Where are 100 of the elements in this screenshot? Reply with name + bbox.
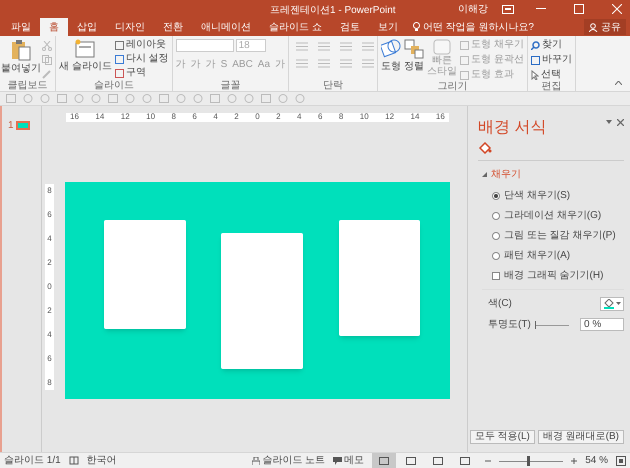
ruler-number: 2 (47, 307, 52, 315)
slide-number: 1 (8, 119, 14, 133)
slide-count: 슬라이드 1/1 (4, 454, 61, 468)
person-icon (589, 22, 598, 32)
paragraph-format-icon (362, 42, 374, 51)
paragraph-format-icon (318, 42, 330, 51)
minimize-icon[interactable] (536, 8, 546, 10)
ribbon-tab[interactable]: 디자인 (106, 18, 154, 36)
caret-icon (616, 302, 620, 305)
checkbox[interactable] (492, 272, 500, 280)
zoom-slider[interactable] (499, 456, 564, 466)
ruler-number: 2 (234, 113, 239, 122)
tell-me-field[interactable]: 어떤 작업을 원하시나요? (406, 18, 540, 36)
user-name: 이해강 (458, 2, 488, 16)
view-icon (406, 456, 416, 464)
new-slide-button[interactable]: 새 슬라이드 (59, 39, 112, 74)
ruler-number: 4 (297, 113, 302, 122)
ribbon-tab[interactable]: 삽입 (68, 18, 106, 36)
ruler-number: 8 (47, 379, 52, 387)
radio-button[interactable] (492, 252, 500, 260)
tell-me-placeholder: 어떤 작업을 원하시나요? (422, 20, 534, 34)
ruler-number: 12 (385, 113, 394, 122)
ruler-number: 6 (192, 113, 197, 122)
scissors-icon (42, 41, 52, 51)
radio-button[interactable] (492, 212, 500, 220)
group-label: 그리기 (436, 81, 468, 93)
book-icon[interactable] (68, 456, 79, 465)
ruler-number: 6 (318, 113, 322, 122)
share-button[interactable]: 공유 (584, 19, 626, 35)
ruler-number: 8 (338, 113, 344, 122)
quick-styles-icon (433, 39, 452, 55)
paste-button[interactable]: 붙여넣기 (3, 39, 39, 76)
paragraph-format-icon (318, 59, 330, 68)
ribbon-tab[interactable]: 전환 (154, 18, 192, 36)
view-button[interactable] (372, 452, 396, 468)
ribbon-tab[interactable]: 홈 (40, 18, 68, 36)
ribbon-tab[interactable]: 슬라이드 쇼 (260, 18, 331, 36)
group-label: 단락 (322, 80, 344, 92)
pane-button[interactable]: 모두 적용(L) (470, 430, 535, 444)
cursor-icon (530, 70, 539, 80)
caret-icon (482, 172, 487, 177)
paragraph-format-icon (340, 59, 352, 68)
view-icon (460, 456, 470, 464)
font-name-field[interactable] (176, 39, 234, 52)
color-label: 색(C) (488, 297, 512, 311)
speech-bubble-icon (333, 456, 342, 464)
ruler-number: 0 (255, 113, 260, 122)
slide-thumbnail[interactable] (16, 121, 30, 130)
zoom-thumb[interactable] (526, 456, 530, 466)
ruler-number: 6 (47, 211, 52, 219)
pane-button[interactable]: 배경 원래대로(B) (538, 430, 624, 444)
select-button[interactable]: 선택 (530, 69, 572, 81)
ruler-number: 4 (47, 331, 52, 339)
ribbon-tab[interactable]: 검토 (330, 18, 369, 36)
copy-icon (42, 55, 52, 65)
find-button[interactable]: 찾기 (530, 39, 572, 51)
ribbon-tab[interactable]: 파일 (2, 18, 40, 36)
layout-button[interactable]: 레이아웃 (114, 39, 169, 51)
section-button[interactable]: 구역 (114, 67, 169, 79)
notes-icon (252, 456, 260, 464)
ruler-number: 6 (47, 355, 52, 363)
language-label[interactable]: 한국어 (86, 453, 117, 468)
reset-button[interactable]: 다시 설정 (114, 53, 169, 65)
close-icon[interactable] (617, 119, 624, 126)
group-label: 클립보드 (6, 80, 48, 92)
fit-slide-icon[interactable] (616, 456, 626, 466)
ruler-number: 2 (47, 259, 52, 267)
transparency-field[interactable]: 0 % (580, 318, 624, 331)
group-label: 슬라이드 (92, 80, 135, 92)
dropdown-icon[interactable] (606, 120, 612, 124)
lightbulb-icon (412, 22, 420, 32)
maximize-icon[interactable] (574, 4, 584, 14)
zoom-in-icon[interactable] (571, 458, 578, 464)
radio-button[interactable] (492, 192, 500, 200)
ribbon-tab[interactable]: 애니메이션 (192, 18, 260, 36)
collapse-ribbon-icon[interactable] (615, 81, 622, 85)
radio-button[interactable] (492, 232, 500, 240)
ruler-number: 4 (47, 235, 52, 243)
arrange-icon (404, 39, 424, 59)
zoom-out-icon[interactable] (485, 458, 492, 464)
zoom-level[interactable]: 54 % (585, 453, 608, 468)
fill-section-header[interactable]: 채우기 (482, 167, 624, 182)
ruler-number: 10 (146, 113, 156, 122)
ribbon-display-icon[interactable] (502, 4, 514, 14)
transparency-slider[interactable] (534, 320, 569, 328)
color-picker-button[interactable] (600, 296, 624, 310)
notes-button[interactable]: 슬라이드 노트 (252, 453, 326, 468)
arrange-button[interactable]: 정렬 (404, 39, 424, 74)
clipboard-icon (11, 39, 31, 61)
replace-button[interactable]: 바꾸기 (530, 54, 572, 66)
group-label: 편집 (540, 81, 562, 93)
ruler-number: 16 (436, 113, 445, 122)
radio-label: 그림 또는 질감 채우기(P) (504, 229, 616, 243)
comments-button[interactable]: 메모 (333, 453, 364, 468)
ribbon-tab[interactable]: 보기 (368, 18, 407, 36)
shapes-button[interactable]: 도형 (381, 39, 402, 74)
radio-label: 단색 채우기(S) (504, 189, 570, 203)
ruler-number: 16 (70, 113, 79, 122)
paragraph-format-icon (362, 59, 374, 68)
ruler-number: 10 (360, 113, 369, 122)
